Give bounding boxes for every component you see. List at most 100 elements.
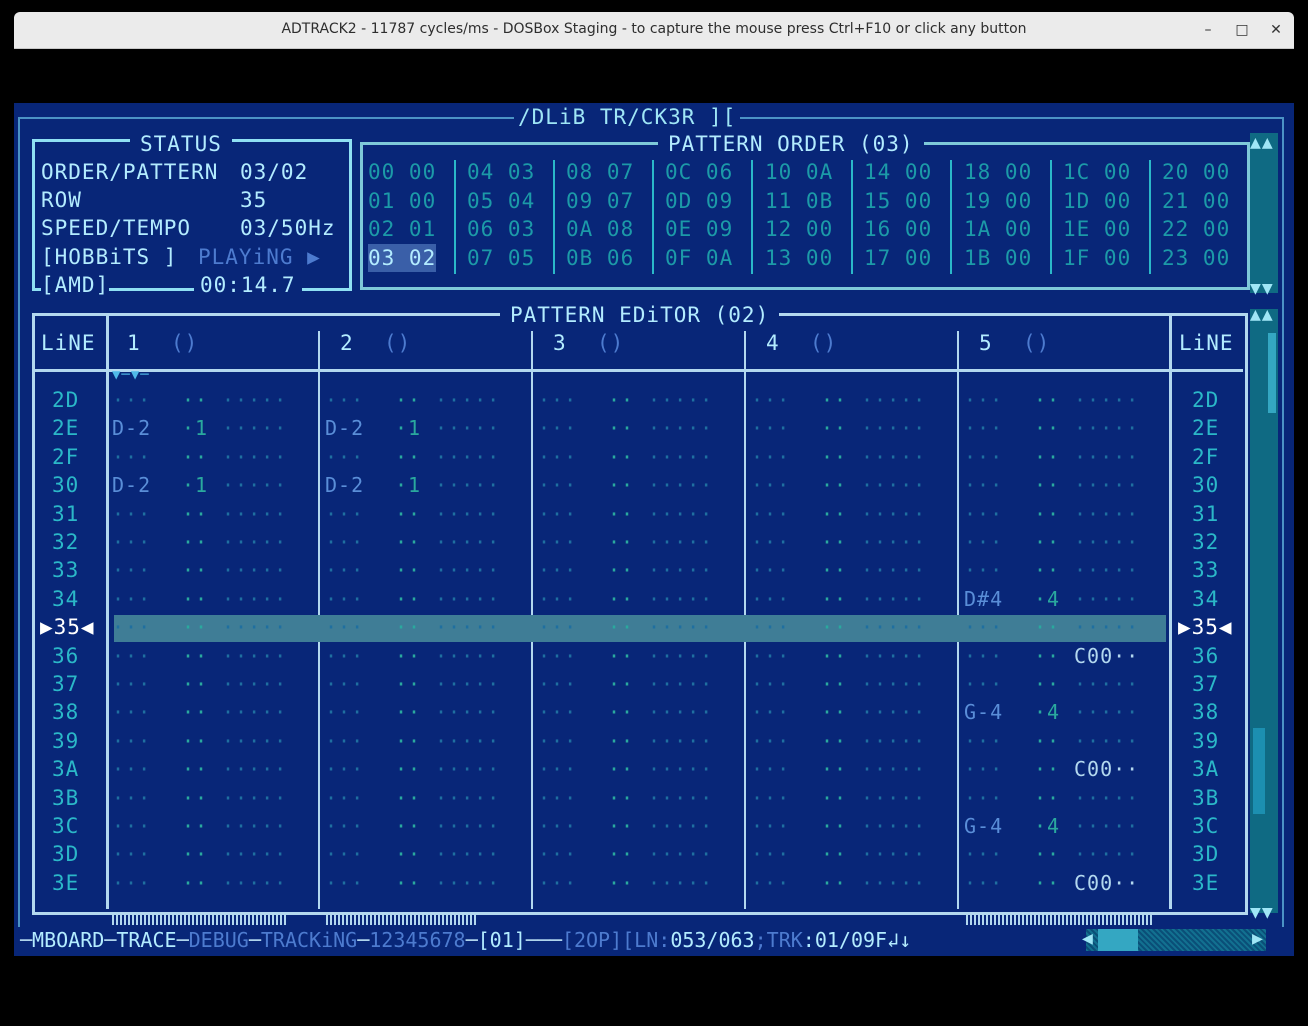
- instrument-cell[interactable]: ··: [1034, 755, 1060, 783]
- note-cell[interactable]: ···: [538, 471, 577, 499]
- note-cell[interactable]: ···: [751, 528, 790, 556]
- scroll-up-icon[interactable]: ▲▲: [1250, 129, 1274, 157]
- note-cell[interactable]: ···: [325, 670, 364, 698]
- effect-cell[interactable]: C00··: [1074, 869, 1139, 897]
- instrument-cell[interactable]: ··: [608, 414, 634, 442]
- instrument-cell[interactable]: ··: [608, 755, 634, 783]
- instrument-cell[interactable]: ··: [182, 642, 208, 670]
- scroll-left-icon[interactable]: ◀: [1082, 925, 1094, 953]
- instrument-cell[interactable]: ··: [608, 443, 634, 471]
- channel-1-toggle-icon[interactable]: (): [171, 329, 198, 357]
- effect-cell[interactable]: ·····: [861, 840, 926, 868]
- effect-cell[interactable]: ·····: [435, 698, 500, 726]
- note-cell[interactable]: ···: [112, 812, 151, 840]
- effect-cell[interactable]: ·····: [222, 727, 287, 755]
- effect-cell[interactable]: ·····: [435, 528, 500, 556]
- pattern-order-entry[interactable]: 08 07: [566, 158, 634, 186]
- current-row-left[interactable]: ▶35◀: [40, 613, 95, 641]
- instrument-cell[interactable]: ··: [821, 727, 847, 755]
- instrument-cell[interactable]: ··: [395, 869, 421, 897]
- note-cell[interactable]: ···: [325, 727, 364, 755]
- instrument-cell[interactable]: ··: [821, 698, 847, 726]
- note-cell[interactable]: ···: [751, 386, 790, 414]
- instrument-cell[interactable]: ··: [182, 585, 208, 613]
- note-cell[interactable]: ···: [112, 500, 151, 528]
- effect-cell[interactable]: ·····: [1074, 727, 1139, 755]
- effect-cell[interactable]: ·····: [222, 414, 287, 442]
- instrument-cell[interactable]: ·1: [182, 471, 208, 499]
- note-cell[interactable]: ···: [964, 840, 1003, 868]
- trace-label[interactable]: TRACE: [116, 928, 176, 952]
- note-cell[interactable]: ···: [538, 670, 577, 698]
- note-cell[interactable]: ···: [325, 840, 364, 868]
- pattern-order-entry[interactable]: 0C 06: [665, 158, 733, 186]
- instrument-cell[interactable]: ··: [182, 556, 208, 584]
- effect-cell[interactable]: ·····: [435, 471, 500, 499]
- pattern-order-entry[interactable]: 1B 00: [964, 244, 1032, 272]
- note-cell[interactable]: D#4: [964, 585, 1003, 613]
- note-cell[interactable]: ···: [325, 528, 364, 556]
- effect-cell[interactable]: ·····: [648, 698, 713, 726]
- instrument-cell[interactable]: ·1: [182, 414, 208, 442]
- editor-scroll-thumb[interactable]: [1268, 333, 1276, 413]
- note-cell[interactable]: ···: [325, 585, 364, 613]
- effect-cell[interactable]: ·····: [861, 386, 926, 414]
- note-cell[interactable]: ···: [751, 471, 790, 499]
- note-cell[interactable]: ···: [964, 556, 1003, 584]
- note-cell[interactable]: G-4: [964, 812, 1003, 840]
- note-cell[interactable]: ···: [538, 727, 577, 755]
- close-icon[interactable]: ✕: [1266, 20, 1286, 40]
- note-cell[interactable]: ···: [751, 414, 790, 442]
- effect-cell[interactable]: ·····: [861, 670, 926, 698]
- note-cell[interactable]: ···: [538, 443, 577, 471]
- instrument-cell[interactable]: ··: [608, 386, 634, 414]
- effect-cell[interactable]: ·····: [222, 670, 287, 698]
- instrument-cell[interactable]: ··: [1034, 670, 1060, 698]
- note-cell[interactable]: ···: [112, 443, 151, 471]
- instrument-cell[interactable]: ··: [821, 812, 847, 840]
- note-cell[interactable]: ···: [538, 500, 577, 528]
- effect-cell[interactable]: ·····: [1074, 500, 1139, 528]
- instrument-cell[interactable]: ··: [1034, 869, 1060, 897]
- instrument-cell[interactable]: ··: [608, 698, 634, 726]
- instrument-cell[interactable]: ··: [182, 698, 208, 726]
- effect-cell[interactable]: ·····: [222, 443, 287, 471]
- channel-1-header[interactable]: 1: [127, 329, 141, 357]
- effect-cell[interactable]: ·····: [222, 528, 287, 556]
- note-cell[interactable]: ···: [325, 556, 364, 584]
- instrument-cell[interactable]: ·4: [1034, 585, 1060, 613]
- effect-cell[interactable]: ·····: [861, 812, 926, 840]
- note-cell[interactable]: ···: [112, 840, 151, 868]
- instrument-cell[interactable]: ··: [1034, 414, 1060, 442]
- channel-2-toggle-icon[interactable]: (): [384, 329, 411, 357]
- effect-cell[interactable]: ·····: [1074, 840, 1139, 868]
- effect-cell[interactable]: ·····: [222, 585, 287, 613]
- effect-cell[interactable]: ·····: [648, 812, 713, 840]
- instrument-cell[interactable]: ··: [182, 840, 208, 868]
- effect-cell[interactable]: ·····: [435, 443, 500, 471]
- instrument-cell[interactable]: ··: [608, 784, 634, 812]
- pattern-order-entry[interactable]: 23 00: [1162, 244, 1230, 272]
- effect-cell[interactable]: ·····: [861, 414, 926, 442]
- instrument-cell[interactable]: ··: [395, 642, 421, 670]
- effect-cell[interactable]: ·····: [435, 869, 500, 897]
- effect-cell[interactable]: ·····: [222, 784, 287, 812]
- effect-cell[interactable]: ·····: [222, 613, 287, 641]
- pattern-order-entry[interactable]: 0B 06: [566, 244, 634, 272]
- effect-cell[interactable]: ·····: [861, 500, 926, 528]
- effect-cell[interactable]: ·····: [222, 386, 287, 414]
- note-cell[interactable]: ···: [112, 386, 151, 414]
- note-cell[interactable]: D-2: [325, 414, 364, 442]
- effect-cell[interactable]: ·····: [1074, 528, 1139, 556]
- note-cell[interactable]: ···: [112, 869, 151, 897]
- effect-cell[interactable]: ·····: [222, 471, 287, 499]
- note-cell[interactable]: D-2: [112, 471, 151, 499]
- pattern-order-entry[interactable]: 01 00: [368, 187, 436, 215]
- instrument-cell[interactable]: ··: [395, 727, 421, 755]
- note-cell[interactable]: ···: [751, 840, 790, 868]
- note-cell[interactable]: ···: [325, 784, 364, 812]
- instrument-cell[interactable]: ··: [182, 727, 208, 755]
- note-cell[interactable]: ···: [325, 500, 364, 528]
- pattern-order-entry[interactable]: 02 01: [368, 215, 436, 243]
- effect-cell[interactable]: ·····: [861, 443, 926, 471]
